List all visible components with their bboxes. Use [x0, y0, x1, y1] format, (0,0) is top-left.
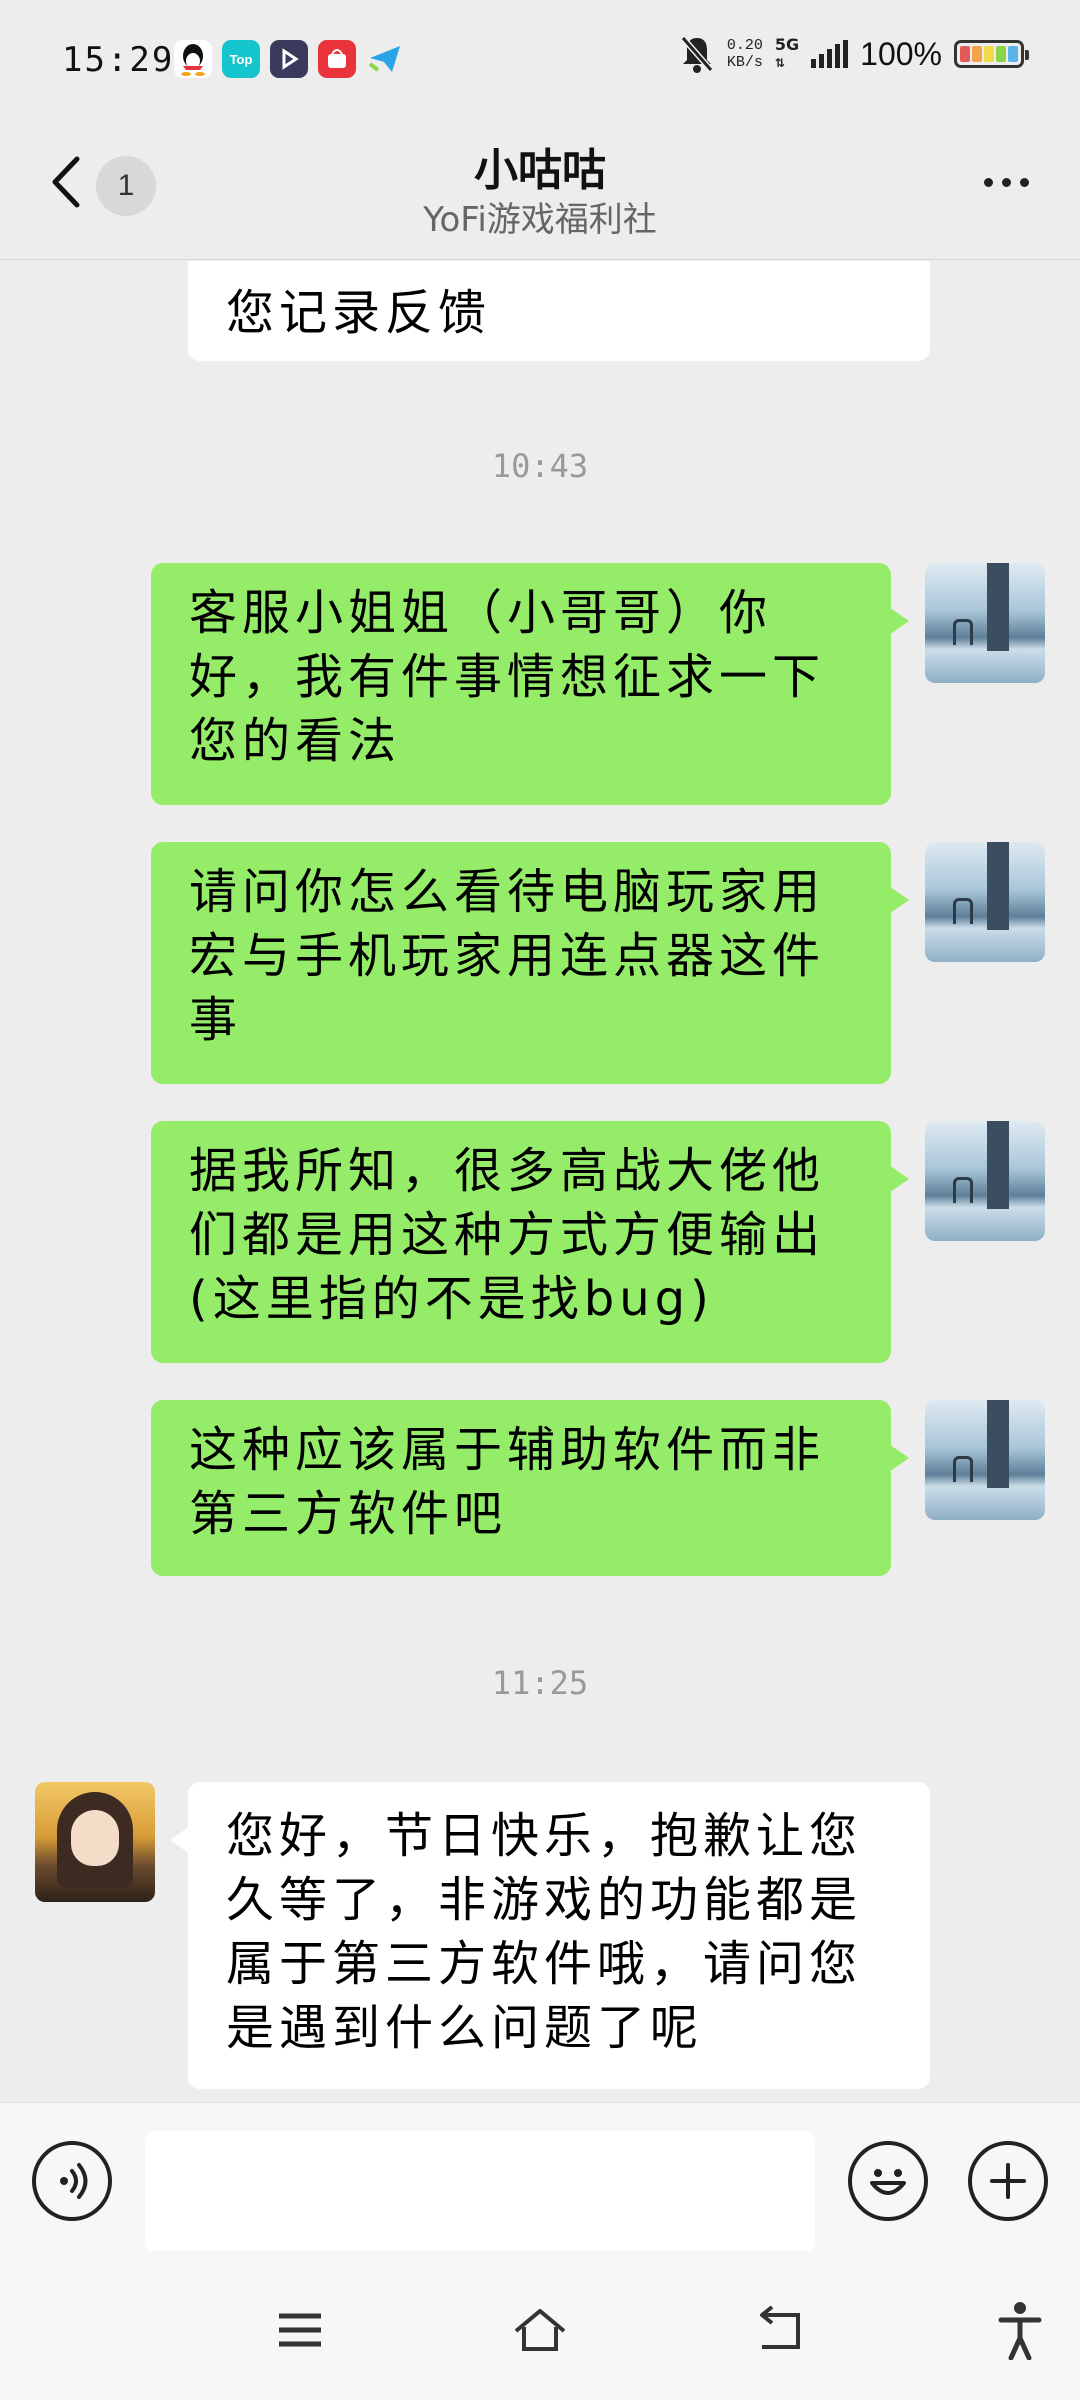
chat-messages[interactable]: 您记录反馈 10:43 客服小姐姐（小哥哥）你 好，我有件事情想征求一下 您的看… [0, 261, 1080, 2101]
user-avatar[interactable] [925, 842, 1045, 962]
status-indicators: 0.20 KB/s 5G ⇅ 100% [679, 34, 1029, 74]
back-nav-button[interactable] [745, 2300, 815, 2360]
voice-icon [60, 2163, 88, 2199]
emoji-button[interactable] [848, 2141, 928, 2221]
message-line: 这种应该属于辅助软件而非 [189, 1422, 826, 1478]
message-line: 据我所知，很多高战大佬他 [189, 1143, 826, 1199]
chat-header: 1 小咕咕 YoFi游戏福利社 [0, 120, 1080, 260]
message-text: 您记录反馈 [226, 285, 492, 341]
network-type: 5G ⇅ [774, 35, 800, 71]
mute-bell-icon [680, 36, 714, 73]
message-line: 是遇到什么问题了呢 [226, 2000, 704, 2056]
message-line: (这里指的不是找bug) [189, 1271, 714, 1327]
smiley-icon [870, 2169, 906, 2195]
message-line: 宏与手机玩家用连点器这件 [189, 928, 826, 984]
message-bubble-outgoing[interactable]: 请问你怎么看待电脑玩家用 宏与手机玩家用连点器这件 事 [151, 842, 909, 1084]
status-time: 15:29 [62, 40, 175, 80]
plus-icon [990, 2163, 1026, 2199]
video-app-icon [270, 40, 308, 78]
signal-strength-icon [811, 40, 849, 68]
paper-plane-icon [366, 40, 404, 78]
message-line: 们都是用这种方式方便输出 [189, 1207, 826, 1263]
home-button[interactable] [505, 2300, 575, 2360]
accessibility-button[interactable] [985, 2300, 1055, 2360]
message-line: 事 [189, 992, 243, 1048]
taptap-icon: Top [222, 40, 260, 78]
message-bubble-incoming[interactable]: 您记录反馈 [188, 261, 930, 361]
menu-icon [279, 2313, 321, 2347]
timestamp: 10:43 [491, 447, 589, 485]
accessibility-icon [998, 2302, 1042, 2360]
message-bubble-incoming[interactable]: 您好，节日快乐，抱歉让您 久等了，非游戏的功能都是 属于第三方软件哦，请问您 是… [170, 1782, 930, 2089]
message-line: 您好，节日快乐，抱歉让您 [226, 1808, 863, 1864]
timestamp: 11:25 [491, 1664, 589, 1702]
qq-icon [174, 40, 212, 78]
battery-percent: 100% [860, 35, 942, 72]
user-avatar[interactable] [925, 563, 1045, 683]
message-line: 客服小姐姐（小哥哥）你 [189, 585, 773, 641]
chat-title: 小咕咕 [474, 145, 606, 196]
battery-icon [954, 40, 1029, 68]
message-line: 第三方软件吧 [189, 1486, 508, 1542]
shopping-app-icon [318, 40, 356, 78]
contact-avatar[interactable] [35, 1782, 155, 1902]
voice-button[interactable] [32, 2141, 112, 2221]
message-line: 请问你怎么看待电脑玩家用 [189, 864, 826, 920]
user-avatar[interactable] [925, 1400, 1045, 1520]
system-nav-bar [0, 2260, 1080, 2400]
more-options-button[interactable] [976, 162, 1036, 202]
menu-button[interactable] [265, 2300, 335, 2360]
message-line: 好，我有件事情想征求一下 [189, 649, 826, 705]
user-avatar[interactable] [925, 1121, 1045, 1241]
status-bar: 15:29 Top 0.20 KB/s 5G ⇅ 100% [0, 0, 1080, 120]
network-speed: 0.20 KB/s [726, 37, 763, 71]
message-input[interactable] [145, 2131, 815, 2251]
message-bubble-outgoing[interactable]: 这种应该属于辅助软件而非 第三方软件吧 [151, 1400, 909, 1576]
message-line: 属于第三方软件哦，请问您 [226, 1936, 863, 1992]
message-line: 您的看法 [189, 713, 402, 769]
return-icon [760, 2305, 800, 2349]
chat-subtitle: YoFi游戏福利社 [423, 200, 657, 240]
message-bubble-outgoing[interactable]: 据我所知，很多高战大佬他 们都是用这种方式方便输出 (这里指的不是找bug) [151, 1121, 909, 1363]
add-attachment-button[interactable] [968, 2141, 1048, 2221]
notification-icons: Top [174, 40, 404, 78]
message-line: 久等了，非游戏的功能都是 [226, 1872, 863, 1928]
message-bubble-outgoing[interactable]: 客服小姐姐（小哥哥）你 好，我有件事情想征求一下 您的看法 [151, 563, 909, 805]
home-icon [514, 2309, 566, 2351]
input-bar [0, 2102, 1080, 2260]
